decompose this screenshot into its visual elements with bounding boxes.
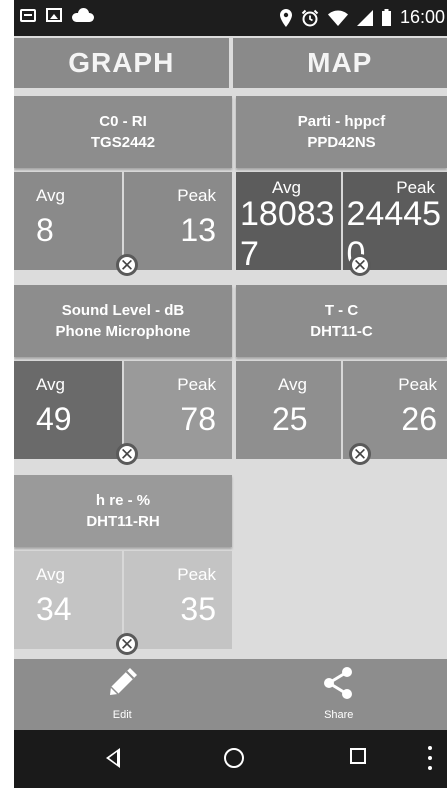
alarm-icon bbox=[301, 9, 319, 26]
tile-sensor: DHT11-RH bbox=[86, 513, 160, 530]
remove-tile-button[interactable]: ✕ bbox=[116, 443, 138, 465]
sensor-tile-temperature[interactable]: T - C DHT11-C Avg 25 Peak 26 ✕ bbox=[236, 285, 447, 465]
avg-cell: Avg 34 bbox=[14, 551, 124, 649]
edit-label: Edit bbox=[112, 709, 132, 721]
avg-label: Avg bbox=[278, 375, 307, 394]
peak-label: Peak bbox=[177, 186, 216, 205]
share-icon bbox=[323, 667, 352, 699]
tile-values: Avg 180837 Peak 244450 bbox=[236, 172, 447, 270]
tab-bar: GRAPH MAP bbox=[14, 38, 447, 88]
action-bar: Edit Share bbox=[14, 659, 447, 730]
tile-sensor: TGS2442 bbox=[90, 134, 156, 151]
app-screen: 16:00 GRAPH MAP C0 - RI TGS2442 Avg 8 Pe… bbox=[14, 0, 447, 788]
peak-value: 26 bbox=[401, 401, 437, 437]
clock-time: 16:00 bbox=[399, 7, 445, 27]
avg-cell: Avg 180837 bbox=[236, 172, 343, 270]
peak-value: 13 bbox=[180, 212, 216, 248]
tile-header: Parti - hppcf PPD42NS bbox=[236, 96, 447, 168]
tile-header: T - C DHT11-C bbox=[236, 285, 447, 357]
tile-sensor: PPD42NS bbox=[307, 134, 376, 151]
tile-header: Sound Level - dB Phone Microphone bbox=[14, 285, 232, 357]
home-icon[interactable] bbox=[224, 748, 244, 768]
tile-title: T - C bbox=[324, 302, 359, 319]
peak-cell: Peak 13 bbox=[124, 172, 232, 270]
avg-value: 34 bbox=[36, 591, 72, 627]
remove-tile-button[interactable]: ✕ bbox=[116, 254, 138, 276]
avg-cell: Avg 8 bbox=[14, 172, 124, 270]
recents-icon[interactable] bbox=[350, 748, 366, 764]
remove-tile-button[interactable]: ✕ bbox=[349, 443, 371, 465]
peak-value: 35 bbox=[180, 591, 216, 627]
message-icon bbox=[20, 8, 36, 22]
remove-tile-button[interactable]: ✕ bbox=[116, 633, 138, 655]
sensor-tile-particles[interactable]: Parti - hppcf PPD42NS Avg 180837 Peak 24… bbox=[236, 96, 447, 276]
signal-icon bbox=[356, 9, 373, 26]
avg-label: Avg bbox=[36, 186, 65, 205]
remove-tile-button[interactable]: ✕ bbox=[349, 254, 371, 276]
share-button[interactable]: Share bbox=[231, 659, 447, 730]
avg-label: Avg bbox=[36, 565, 65, 584]
cloud-upload-icon bbox=[72, 8, 94, 22]
avg-value: 25 bbox=[272, 401, 308, 437]
sensor-tile-humidity[interactable]: h re - % DHT11-RH Avg 34 Peak 35 ✕ bbox=[14, 475, 232, 655]
tile-header: h re - % DHT11-RH bbox=[14, 475, 232, 547]
tile-sensor: DHT11-C bbox=[310, 323, 373, 340]
avg-value: 8 bbox=[36, 212, 54, 248]
tile-title: Parti - hppcf bbox=[297, 113, 386, 130]
tile-sensor: Phone Microphone bbox=[55, 323, 191, 340]
avg-cell: Avg 49 bbox=[14, 361, 124, 459]
wifi-icon bbox=[327, 10, 348, 26]
sensor-tile-co[interactable]: C0 - RI TGS2442 Avg 8 Peak 13 ✕ bbox=[14, 96, 232, 276]
tab-graph[interactable]: GRAPH bbox=[14, 38, 229, 88]
tab-map[interactable]: MAP bbox=[232, 38, 447, 88]
sensor-tile-sound[interactable]: Sound Level - dB Phone Microphone Avg 49… bbox=[14, 285, 232, 465]
back-icon[interactable] bbox=[106, 748, 120, 768]
battery-icon bbox=[381, 9, 391, 26]
system-nav-bar bbox=[14, 730, 447, 788]
tile-title: h re - % bbox=[95, 492, 151, 509]
pencil-icon bbox=[110, 668, 138, 695]
peak-value: 78 bbox=[180, 401, 216, 437]
peak-label: Peak bbox=[177, 565, 216, 584]
peak-cell: Peak 35 bbox=[124, 551, 232, 649]
image-icon bbox=[46, 8, 62, 22]
tile-values: Avg 25 Peak 26 bbox=[236, 361, 447, 459]
edit-button[interactable]: Edit bbox=[14, 659, 231, 730]
avg-label: Avg bbox=[36, 375, 65, 394]
peak-label: Peak bbox=[177, 375, 216, 394]
tile-header: C0 - RI TGS2442 bbox=[14, 96, 232, 168]
status-bar: 16:00 bbox=[14, 0, 447, 36]
overflow-menu-icon[interactable] bbox=[428, 746, 432, 770]
tile-title: C0 - RI bbox=[99, 113, 147, 130]
avg-cell: Avg 25 bbox=[236, 361, 343, 459]
avg-value: 180837 bbox=[240, 195, 335, 270]
peak-cell: Peak 78 bbox=[124, 361, 232, 459]
location-icon bbox=[279, 8, 292, 27]
avg-value: 49 bbox=[36, 401, 72, 437]
peak-label: Peak bbox=[398, 375, 437, 394]
tile-title: Sound Level - dB bbox=[61, 302, 185, 319]
share-label: Share bbox=[324, 709, 354, 721]
